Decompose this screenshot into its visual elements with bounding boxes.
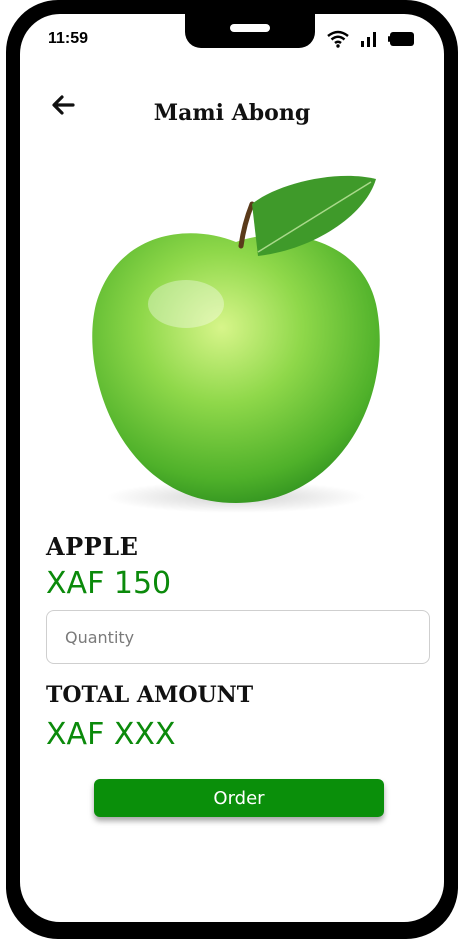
status-time: 11:59 xyxy=(48,30,89,47)
page-title: Mami Abong xyxy=(153,100,311,126)
product-price: XAF 150 xyxy=(46,566,172,601)
product-image xyxy=(76,164,396,524)
phone-frame: 11:59 Mami Abong APPLE XAF 150 Quantity … xyxy=(6,0,458,939)
app-screen: 11:59 Mami Abong APPLE XAF 150 Quantity … xyxy=(20,14,444,922)
wifi-icon xyxy=(326,30,350,53)
battery-icon xyxy=(388,30,418,53)
total-amount-label: TOTAL AMOUNT xyxy=(46,682,254,708)
quantity-input[interactable] xyxy=(46,610,430,664)
product-name: APPLE xyxy=(46,532,139,561)
phone-notch xyxy=(185,14,315,48)
signal-icon xyxy=(360,30,378,53)
status-icons xyxy=(326,30,418,53)
green-apple-image xyxy=(92,175,380,513)
total-amount-value: XAF XXX xyxy=(46,717,176,752)
speaker-grill xyxy=(230,24,270,32)
order-button[interactable]: Order xyxy=(94,779,384,817)
